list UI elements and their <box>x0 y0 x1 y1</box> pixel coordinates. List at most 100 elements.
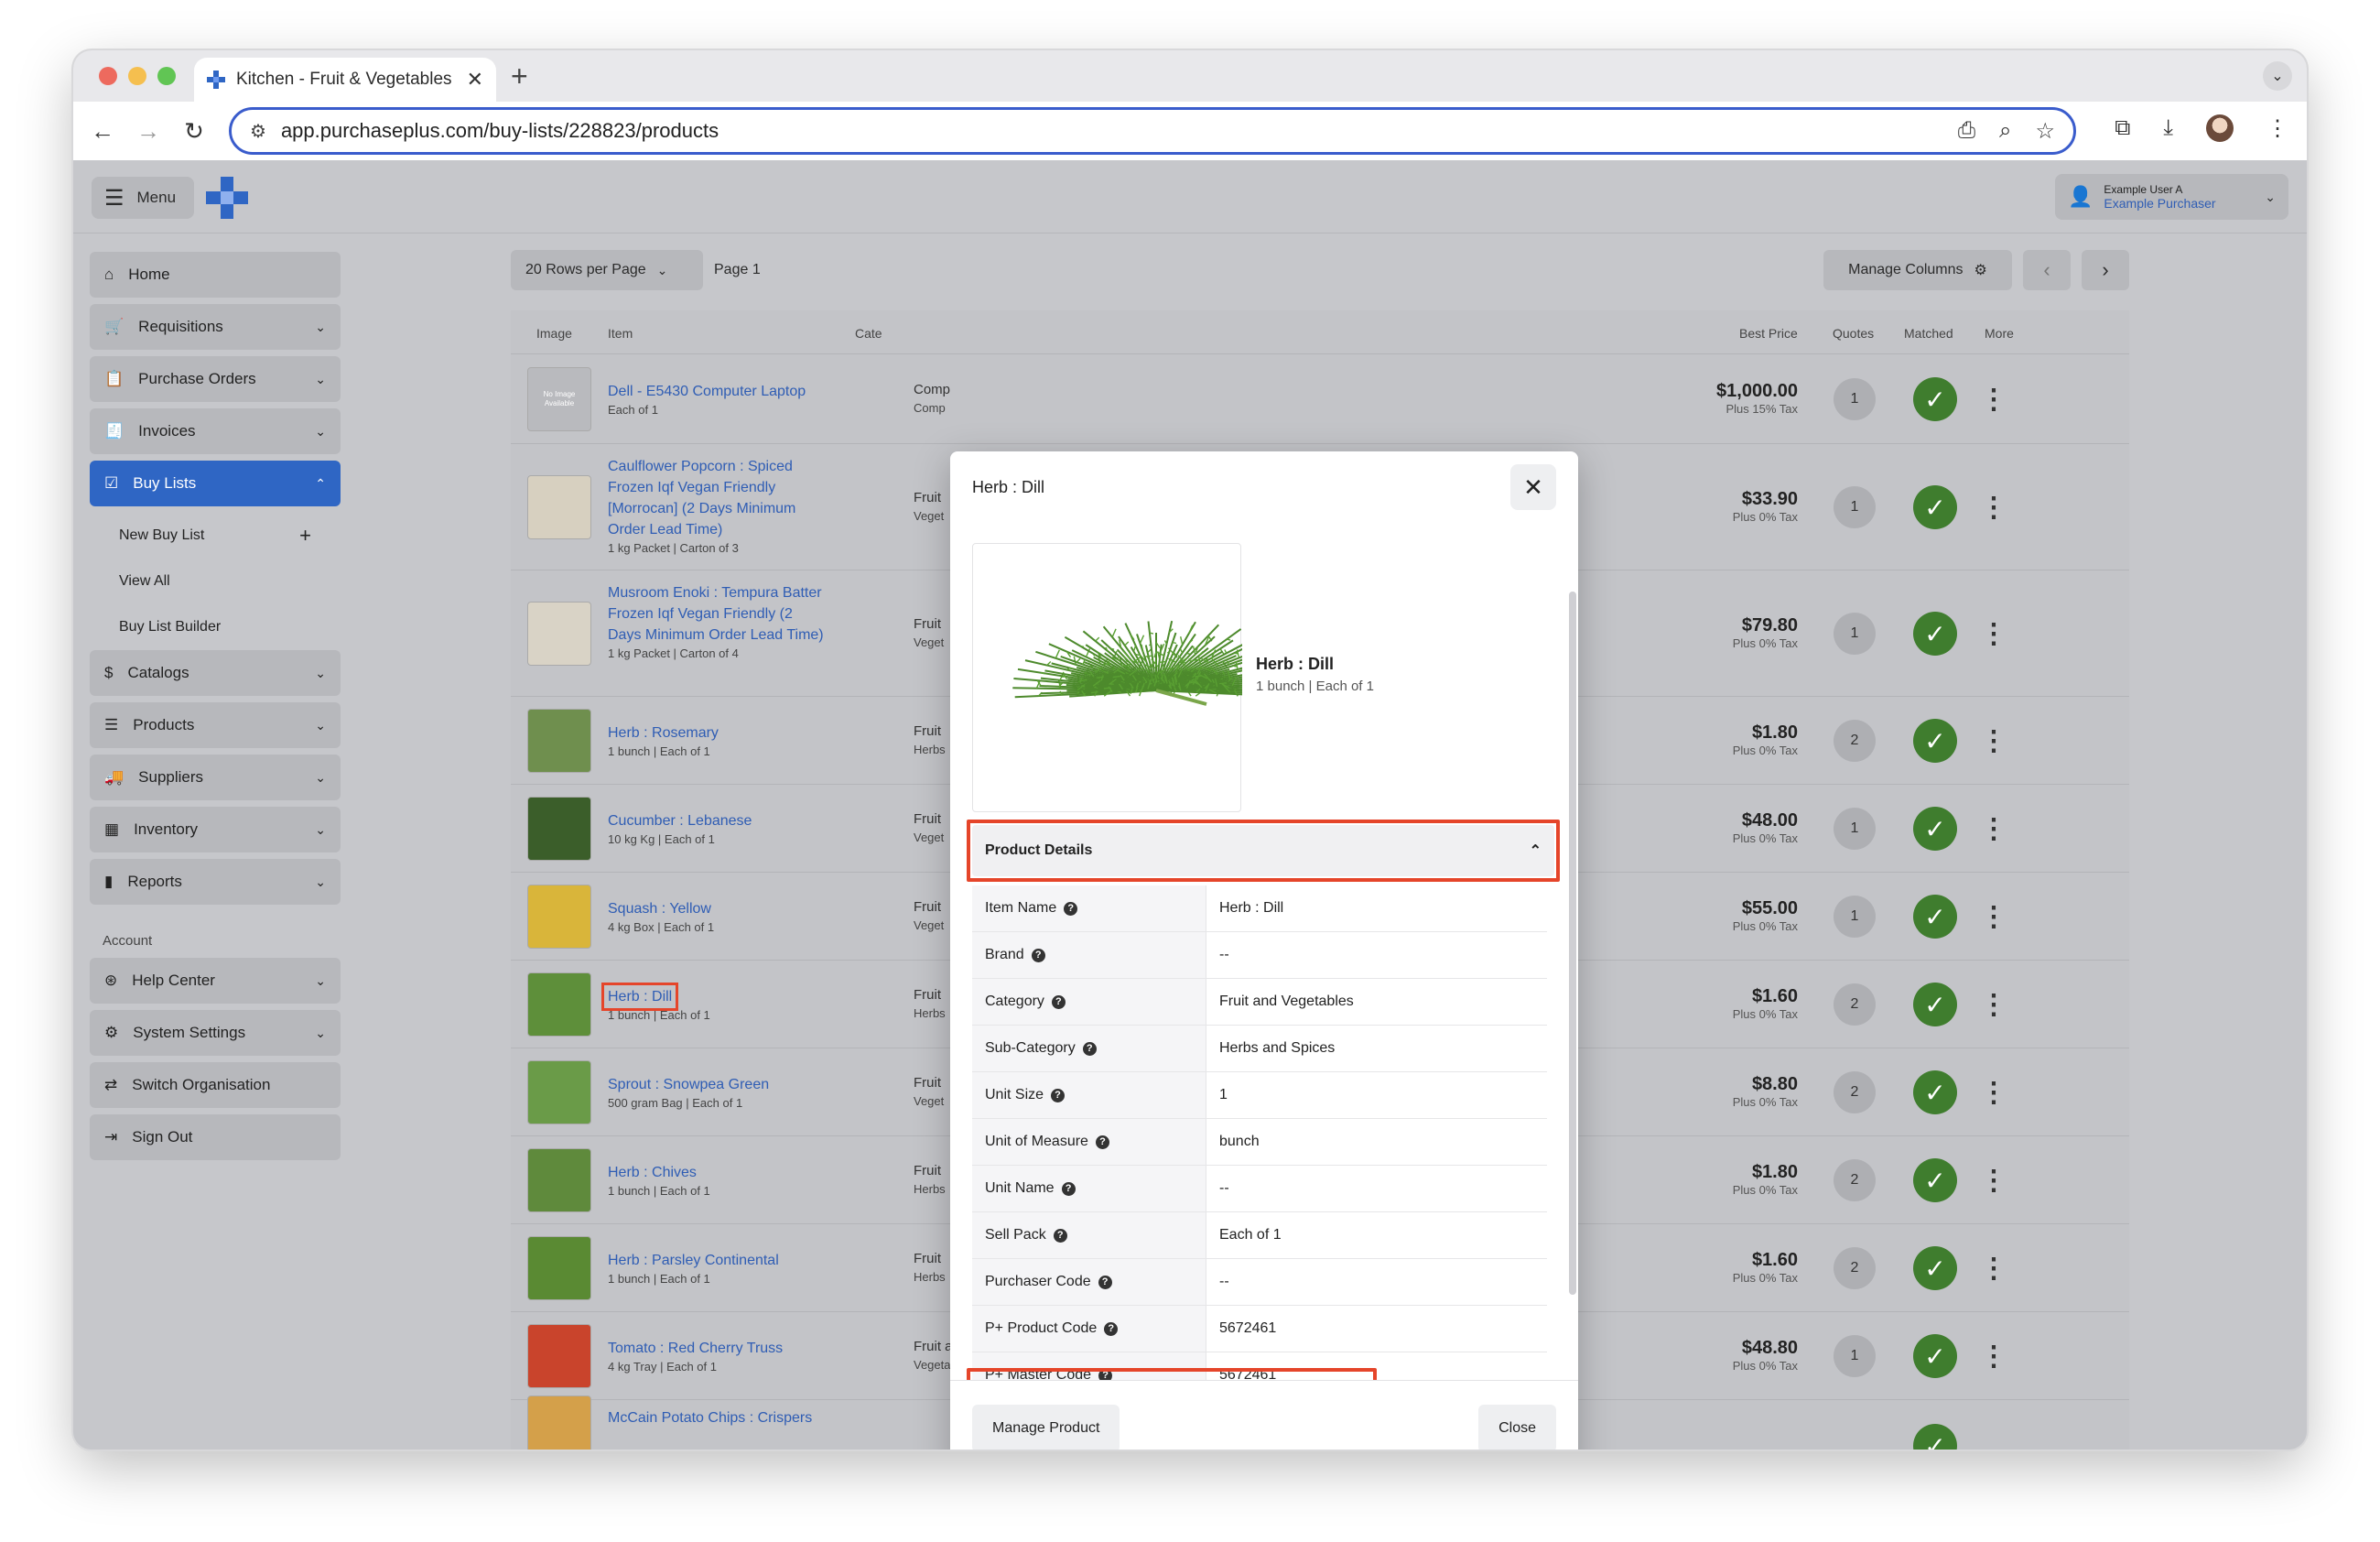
item-name-link[interactable]: McCain Potato Chips : Crispers <box>608 1410 812 1426</box>
more-options-icon[interactable]: ⋮ <box>1975 719 2012 763</box>
help-question-icon[interactable]: ? <box>1051 1088 1066 1102</box>
modal-close-icon[interactable]: ✕ <box>1510 464 1556 510</box>
quotes-badge[interactable]: 1 <box>1834 896 1876 938</box>
tab-search-button[interactable]: ⌄ <box>2263 61 2292 91</box>
maximize-window-button[interactable] <box>157 67 176 85</box>
item-name-link[interactable]: Herb : Chives <box>608 1165 697 1180</box>
manage-columns-button[interactable]: Manage Columns ⚙ <box>1823 250 2012 290</box>
more-options-icon[interactable]: ⋮ <box>1975 895 2012 939</box>
forward-button[interactable]: → <box>130 113 167 149</box>
help-question-icon[interactable]: ? <box>1082 1041 1097 1056</box>
item-name-link[interactable]: Cucumber : Lebanese <box>608 813 752 829</box>
modal-title: Herb : Dill <box>972 477 1045 496</box>
quotes-badge[interactable]: 2 <box>1834 1071 1876 1113</box>
more-options-icon[interactable]: ⋮ <box>1975 1246 2012 1290</box>
purchaseplus-logo[interactable] <box>206 177 248 219</box>
detail-row: Brand? -- <box>972 932 1547 979</box>
minimize-window-button[interactable] <box>128 67 146 85</box>
help-question-icon[interactable]: ? <box>1053 1228 1067 1243</box>
browser-tab[interactable]: Kitchen - Fruit & Vegetables F ✕ <box>194 58 496 102</box>
chevron-down-icon: ⌄ <box>315 1025 326 1040</box>
back-button[interactable]: ← <box>84 113 121 149</box>
bookmark-star-icon[interactable]: ☆ <box>2035 118 2055 145</box>
help-question-icon[interactable]: ? <box>1061 1181 1076 1196</box>
rows-per-page-select[interactable]: 20 Rows per Page ⌄ <box>511 250 703 290</box>
reload-button[interactable]: ↻ <box>176 113 212 149</box>
quotes-badge[interactable]: 1 <box>1834 613 1876 655</box>
item-name-link[interactable]: Musroom Enoki : Tempura Batter Frozen Iq… <box>608 585 824 643</box>
site-settings-icon[interactable]: ⚙ <box>250 120 266 143</box>
plus-icon[interactable]: + <box>299 524 311 548</box>
profile-avatar[interactable] <box>2206 114 2234 142</box>
subcategory-label: Herbs <box>914 1182 946 1196</box>
browser-menu-icon[interactable]: ⋮ <box>2266 115 2288 142</box>
more-options-icon[interactable]: ⋮ <box>1975 612 2012 656</box>
sidebar-item-products[interactable]: ☰ Products ⌄ <box>90 702 341 748</box>
item-name-link[interactable]: Dell - E5430 Computer Laptop <box>608 384 806 399</box>
quotes-badge[interactable]: 1 <box>1834 808 1876 850</box>
sidebar-item-system-settings[interactable]: ⚙ System Settings ⌄ <box>90 1010 341 1056</box>
sidebar-item-reports[interactable]: ▮ Reports ⌄ <box>90 859 341 905</box>
close-button[interactable]: Close <box>1478 1405 1556 1450</box>
more-options-icon[interactable]: ⋮ <box>1975 1158 2012 1202</box>
table-row[interactable]: No Image Available Dell - E5430 Computer … <box>511 354 2129 444</box>
quotes-badge[interactable]: 1 <box>1834 378 1876 420</box>
item-name-link[interactable]: Squash : Yellow <box>608 901 711 917</box>
more-options-icon[interactable]: ⋮ <box>1975 983 2012 1026</box>
sidebar-item-switch-organisation[interactable]: ⇄ Switch Organisation <box>90 1062 341 1108</box>
item-name-link[interactable]: Caulflower Popcorn : Spiced Frozen Iqf V… <box>608 459 795 538</box>
sidebar-item-suppliers[interactable]: 🚚 Suppliers ⌄ <box>90 755 341 800</box>
help-question-icon[interactable]: ? <box>1095 1135 1109 1149</box>
close-tab-icon[interactable]: ✕ <box>467 68 483 92</box>
detail-value: 1 <box>1219 1087 1228 1102</box>
sidebar-item-help-center[interactable]: ⊛ Help Center ⌄ <box>90 958 341 1004</box>
product-thumbnail <box>527 602 591 666</box>
menu-button[interactable]: ☰ Menu <box>92 177 194 219</box>
item-name-link[interactable]: Herb : Parsley Continental <box>608 1253 779 1268</box>
next-page-button[interactable]: › <box>2082 250 2129 290</box>
sidebar-item-purchase-orders[interactable]: 📋 Purchase Orders ⌄ <box>90 356 341 402</box>
quotes-badge[interactable]: 1 <box>1834 1335 1876 1377</box>
item-name-link[interactable]: Sprout : Snowpea Green <box>608 1077 769 1092</box>
sidebar-item-sign-out[interactable]: ⇥ Sign Out <box>90 1114 341 1160</box>
manage-product-button[interactable]: Manage Product <box>972 1405 1120 1450</box>
help-question-icon[interactable]: ? <box>1098 1275 1112 1289</box>
quotes-badge[interactable]: 2 <box>1834 983 1876 1026</box>
sidebar-item-invoices[interactable]: 🧾 Invoices ⌄ <box>90 408 341 454</box>
help-question-icon[interactable]: ? <box>1051 994 1066 1009</box>
modal-scrollbar[interactable] <box>1569 592 1576 1295</box>
close-window-button[interactable] <box>99 67 117 85</box>
more-options-icon[interactable]: ⋮ <box>1975 377 2012 421</box>
zoom-icon[interactable]: ⌕ <box>1999 118 2011 145</box>
more-options-icon[interactable]: ⋮ <box>1975 807 2012 851</box>
address-bar[interactable]: ⚙ app.purchaseplus.com/buy-lists/228823/… <box>229 107 2076 155</box>
new-tab-button[interactable]: + <box>511 60 528 93</box>
help-question-icon[interactable]: ? <box>1031 948 1045 962</box>
sidebar-item-requisitions[interactable]: 🛒 Requisitions ⌄ <box>90 304 341 350</box>
sidebar-sub-buy-list-builder[interactable]: Buy List Builder <box>90 604 341 650</box>
item-name-link[interactable]: Herb : Dill <box>600 983 679 1011</box>
more-options-icon[interactable]: ⋮ <box>1975 1334 2012 1378</box>
quotes-badge[interactable]: 1 <box>1834 486 1876 528</box>
help-question-icon[interactable]: ? <box>1104 1321 1119 1336</box>
help-question-icon[interactable]: ? <box>1064 901 1078 916</box>
sidebar-item-home[interactable]: ⌂ Home <box>90 252 341 298</box>
install-app-icon[interactable]: ⎙ <box>1958 118 1975 145</box>
sidebar-sub-new-buy-list[interactable]: New Buy List + <box>90 513 341 559</box>
quotes-badge[interactable]: 2 <box>1834 1159 1876 1201</box>
quotes-badge[interactable]: 2 <box>1834 720 1876 762</box>
item-name-link[interactable]: Tomato : Red Cherry Truss <box>608 1341 783 1356</box>
extensions-icon[interactable]: ⧉ <box>2115 115 2130 141</box>
subcategory-label: Veget <box>914 831 945 844</box>
more-options-icon[interactable]: ⋮ <box>1975 485 2012 529</box>
item-subtitle: 1 bunch | Each of 1 <box>608 1008 710 1022</box>
sidebar-item-inventory[interactable]: ▦ Inventory ⌄ <box>90 807 341 852</box>
more-options-icon[interactable]: ⋮ <box>1975 1070 2012 1114</box>
item-name-link[interactable]: Herb : Rosemary <box>608 725 719 741</box>
sidebar-item-catalogs[interactable]: $ Catalogs ⌄ <box>90 650 341 696</box>
sidebar-item-buy-lists[interactable]: ☑ Buy Lists ⌃ <box>90 461 341 506</box>
downloads-icon[interactable]: ⤓ <box>2163 115 2173 141</box>
quotes-badge[interactable]: 2 <box>1834 1247 1876 1289</box>
prev-page-button[interactable]: ‹ <box>2023 250 2071 290</box>
sidebar-sub-view-all[interactable]: View All <box>90 559 341 604</box>
